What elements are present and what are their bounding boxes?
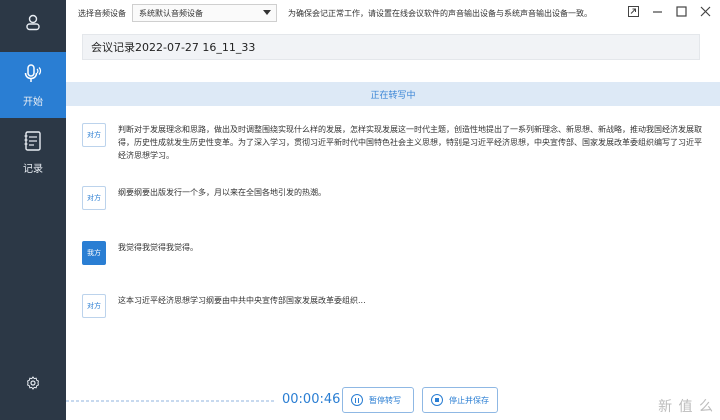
meeting-title-field[interactable]: 会议记录2022-07-27 16_11_33 (82, 34, 700, 60)
maximize-button[interactable] (672, 4, 690, 22)
caret-down-icon (263, 10, 271, 15)
speaker-badge: 对方 (82, 123, 106, 147)
settings-button[interactable] (0, 370, 66, 398)
audio-device-value: 系统默认音频设备 (139, 8, 203, 18)
sidebar-item-start[interactable]: 开始 (0, 52, 66, 118)
transcript-entry: 我方 我觉得我觉得我觉得。 (82, 241, 708, 265)
share-icon (627, 6, 639, 20)
device-hint: 为确保会记正常工作，请设置在线会议软件的声音输出设备与系统声音输出设备一致。 (288, 9, 592, 18)
user-icon (24, 13, 42, 35)
gear-icon (26, 375, 40, 394)
transcript-entry: 对方 这本习近平经济思想学习纲要由中共中央宣传部国家发展改革委组织... (82, 294, 708, 318)
meeting-title: 会议记录2022-07-27 16_11_33 (91, 41, 256, 54)
transcript-text: 我觉得我觉得我觉得。 (118, 243, 198, 252)
window-controls (624, 4, 714, 22)
minimize-button[interactable] (648, 4, 666, 22)
status-banner: 正在转写中 (66, 82, 720, 106)
stop-and-save-button[interactable]: 停止并保存 (422, 387, 498, 413)
microphone-icon (22, 63, 44, 88)
transcript-text: 这本习近平经济思想学习纲要由中共中央宣传部国家发展改革委组织... (118, 296, 366, 305)
minimize-icon (652, 6, 663, 20)
recording-controls: 00:00:46 暂停转写 停止并保存 (66, 380, 720, 420)
stop-label: 停止并保存 (449, 395, 489, 405)
audio-device-select[interactable]: 系统默认音频设备 (132, 4, 277, 22)
close-icon (700, 6, 711, 20)
sidebar-item-label: 记录 (23, 163, 43, 175)
maximize-icon (675, 6, 687, 20)
speaker-badge: 对方 (82, 294, 106, 318)
topbar: 选择音频设备 系统默认音频设备 为确保会记正常工作，请设置在线会议软件的声音输出… (66, 0, 720, 26)
notebook-icon (23, 130, 43, 155)
pause-label: 暂停转写 (369, 395, 401, 405)
pause-transcription-button[interactable]: 暂停转写 (342, 387, 414, 413)
close-button[interactable] (696, 4, 714, 22)
user-avatar-button[interactable] (0, 0, 66, 48)
audio-waveform (66, 400, 274, 402)
transcript-text: 判断对于发展理念和思路，做出及时调整围绕实现什么样的发展，怎样实现发展这一时代主… (118, 125, 702, 160)
transcript-entry: 对方 纲要纲要出版发行一个多，月以来在全国各地引发的热潮。 (82, 186, 708, 210)
recording-timer: 00:00:46 (282, 392, 341, 407)
speaker-badge: 对方 (82, 186, 106, 210)
sidebar-item-label: 开始 (23, 96, 43, 108)
share-button[interactable] (624, 4, 642, 22)
transcript-text: 纲要纲要出版发行一个多，月以来在全国各地引发的热潮。 (118, 188, 326, 197)
sidebar: 开始 记录 (0, 0, 66, 420)
device-label: 选择音频设备 (78, 9, 126, 18)
sidebar-item-records[interactable]: 记录 (0, 122, 66, 182)
speaker-badge: 我方 (82, 241, 106, 265)
watermark: 新 值 么 (658, 399, 714, 415)
pause-icon (351, 394, 363, 406)
status-text: 正在转写中 (370, 90, 416, 101)
stop-icon (431, 394, 443, 406)
transcript-entry: 对方 判断对于发展理念和思路，做出及时调整围绕实现什么样的发展，怎样实现发展这一… (82, 123, 708, 162)
